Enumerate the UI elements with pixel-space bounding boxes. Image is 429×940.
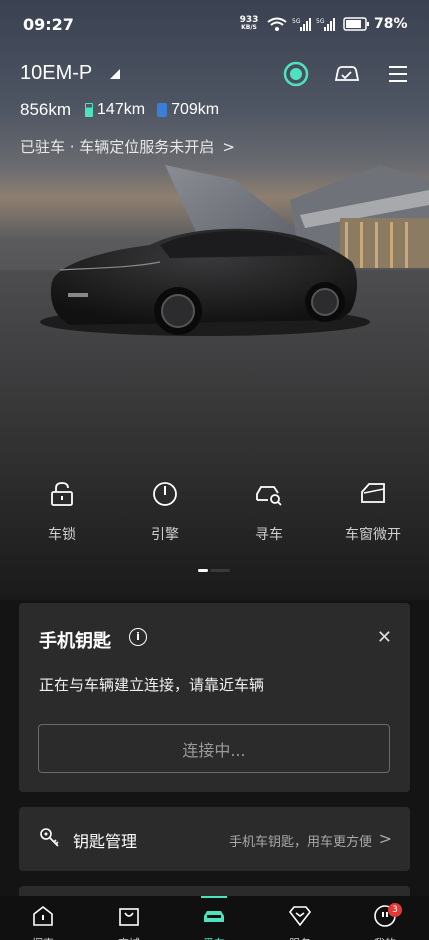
chevron-right-icon: > (378, 829, 392, 848)
signal-icon-1: 5G (292, 18, 311, 31)
nav-service[interactable]: 服务 (270, 904, 330, 940)
action-window[interactable]: 车窗微开 (328, 478, 418, 544)
menu-icon[interactable] (385, 60, 413, 88)
shop-icon (99, 904, 159, 928)
car-model-name[interactable]: 10EM-P (20, 62, 92, 85)
explore-icon (13, 904, 73, 928)
wifi-icon (267, 17, 287, 31)
status-icons: 5G 5G (267, 17, 369, 31)
vehicle-status[interactable]: 已驻车 · 车辆定位服务未开启 > (20, 136, 235, 157)
nav-profile[interactable]: 3 我的 (355, 903, 415, 940)
profile-icon (355, 904, 415, 928)
nav-shop[interactable]: 商城 (99, 904, 159, 940)
window-icon (328, 478, 418, 510)
card-title: 手机钥匙 (39, 631, 111, 652)
dropdown-triangle-icon[interactable] (110, 69, 120, 79)
info-icon[interactable]: i (129, 628, 147, 646)
phone-key-card: 手机钥匙 i ✕ 正在与车辆建立连接，请靠近车辆 连接中... (19, 603, 410, 792)
connection-message: 正在与车辆建立连接，请靠近车辆 (39, 676, 265, 694)
signal-icon-2: 5G (316, 18, 335, 31)
svg-text:5G: 5G (292, 18, 301, 25)
quick-actions: 车锁 引擎 寻车 车窗微开 (0, 478, 429, 548)
page-dot-active (198, 569, 208, 572)
fuel-range: 709km (157, 101, 219, 119)
car-check-icon[interactable] (333, 60, 361, 88)
close-icon[interactable]: ✕ (377, 627, 392, 648)
page-indicator (198, 569, 232, 572)
battery-icon (343, 17, 369, 31)
key-manager-title: 钥匙管理 (73, 832, 138, 851)
service-icon (270, 904, 330, 928)
action-find-car[interactable]: 寻车 (224, 478, 314, 544)
power-icon (120, 478, 210, 510)
nav-car[interactable]: 爱车 (184, 904, 244, 940)
bottom-nav: 探索 商城 爱车 服务 (0, 896, 429, 940)
key-icon (40, 828, 59, 847)
status-bar: 09:27 933 KB/S 5G 5G 78% (0, 0, 429, 50)
network-speed: 933 KB/S (239, 15, 259, 32)
nav-explore[interactable]: 探索 (13, 904, 73, 940)
action-engine[interactable]: 引擎 (120, 478, 210, 544)
status-ring-icon[interactable] (282, 60, 310, 88)
key-manager-row[interactable]: 钥匙管理 手机车钥匙，用车更方便 > (19, 807, 410, 871)
key-manager-desc: 手机车钥匙，用车更方便 (228, 835, 372, 850)
total-range: 856km (20, 100, 72, 119)
fuel-icon (157, 103, 168, 117)
active-tab-indicator (201, 896, 227, 898)
car-icon (184, 904, 244, 928)
svg-text:5G: 5G (316, 18, 325, 25)
action-lock[interactable]: 车锁 (17, 478, 107, 544)
page-dot (210, 569, 230, 572)
electric-range: 147km (85, 101, 145, 119)
connecting-button[interactable]: 连接中... (38, 724, 390, 773)
notification-badge: 3 (388, 903, 402, 917)
battery-percent: 78% (374, 16, 408, 32)
battery-level-icon (85, 103, 94, 117)
clock: 09:27 (23, 15, 74, 34)
range-row: 856km 147km 709km (20, 100, 231, 120)
find-car-icon (224, 478, 314, 510)
lock-icon (17, 478, 107, 510)
chevron-right-icon: > (222, 138, 235, 156)
